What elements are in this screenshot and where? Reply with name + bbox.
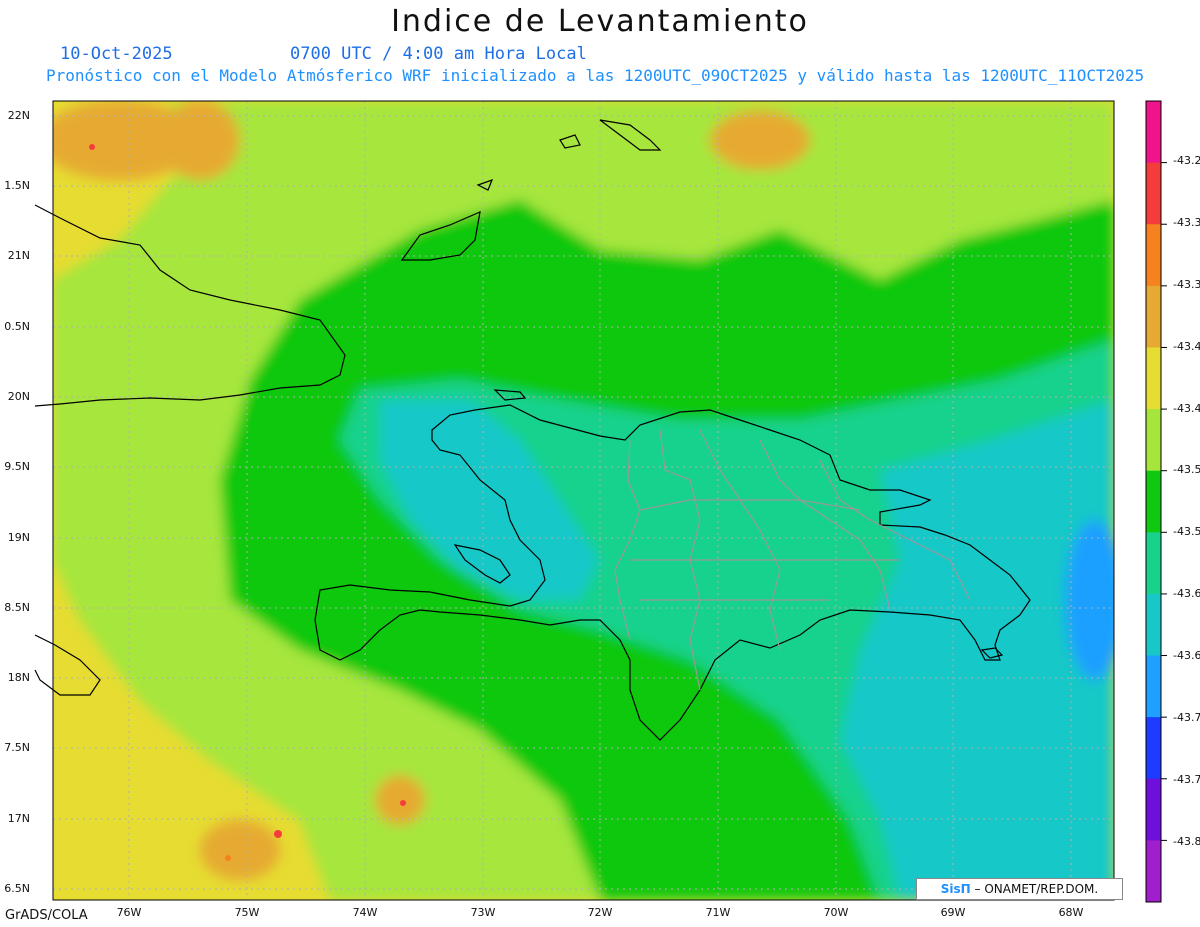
colorbar-label-11: -43.7 <box>1173 773 1200 786</box>
colorbar-segment <box>1146 778 1161 841</box>
colorbar-segment <box>1146 840 1161 903</box>
field-red-spot-2 <box>274 830 282 838</box>
y-label-22n: 22N <box>7 109 30 122</box>
colorbar-segment <box>1146 655 1161 718</box>
x-label-72w: 72W <box>587 906 613 919</box>
colorbar-label-4: -43.4 <box>1173 340 1200 353</box>
x-label-70w: 70W <box>823 906 849 919</box>
y-label-215n: 1.5N <box>4 179 30 192</box>
colorbar-label-7: -43.5 <box>1173 525 1200 538</box>
x-label-73w: 73W <box>470 906 496 919</box>
colorbar-label-5: -43.4 <box>1173 402 1200 415</box>
colorbar-label-3: -43.3 <box>1173 278 1200 291</box>
field-red-spot-3 <box>400 800 406 806</box>
colorbar-segment <box>1146 224 1161 287</box>
colorbar-segment <box>1146 532 1161 595</box>
y-label-165n: 6.5N <box>4 882 30 895</box>
colorbar-segment <box>1146 470 1161 533</box>
field-orange-s1 <box>200 820 280 880</box>
colorbar-segment <box>1146 347 1161 410</box>
grads-footer: GrADS/COLA <box>5 908 88 923</box>
lifted-index-field <box>53 101 1114 900</box>
field-orange-ne <box>710 110 810 170</box>
colorbar-label-1: -43.2 <box>1173 154 1200 167</box>
y-label-21n: 21N <box>7 249 30 262</box>
y-label-20n: 20N <box>7 390 30 403</box>
colorbar-label-10: -43.7 <box>1173 711 1200 724</box>
colorbar <box>1145 100 1167 903</box>
credit-box: SisΠ – ONAMET/REP.DOM. <box>916 878 1123 900</box>
colorbar-label-9: -43.6 <box>1173 649 1200 662</box>
x-label-69w: 69W <box>940 906 966 919</box>
field-orange-n <box>160 101 240 180</box>
colorbar-label-2: -43.3 <box>1173 216 1200 229</box>
y-label-195n: 9.5N <box>4 460 30 473</box>
x-label-75w: 75W <box>234 906 260 919</box>
sispi-logo: SisΠ <box>940 882 971 896</box>
field-blue <box>1065 520 1114 680</box>
field-orange-s2 <box>375 775 425 825</box>
x-label-71w: 71W <box>705 906 731 919</box>
colorbar-segment <box>1146 285 1161 348</box>
y-label-19n: 19N <box>7 531 30 544</box>
colorbar-label-8: -43.6 <box>1173 587 1200 600</box>
credit-text: – ONAMET/REP.DOM. <box>970 882 1099 896</box>
colorbar-label-6: -43.5 <box>1173 463 1200 476</box>
colorbar-segment <box>1146 593 1161 657</box>
colorbar-label-12: -43.8 <box>1173 835 1200 848</box>
y-label-205n: 0.5N <box>4 320 30 333</box>
y-label-17n: 17N <box>7 812 30 825</box>
colorbar-segment <box>1146 717 1161 780</box>
x-label-74w: 74W <box>352 906 378 919</box>
field-red-spot-1 <box>89 144 95 150</box>
y-label-185n: 8.5N <box>4 601 30 614</box>
y-label-175n: 7.5N <box>4 741 30 754</box>
field-red-spot-4 <box>225 855 231 861</box>
colorbar-segment <box>1146 101 1161 164</box>
colorbar-segment <box>1146 409 1161 472</box>
x-label-68w: 68W <box>1058 906 1084 919</box>
x-label-76w: 76W <box>116 906 142 919</box>
colorbar-segment <box>1146 162 1161 225</box>
lifted-index-map <box>34 100 1167 903</box>
y-label-18n: 18N <box>7 671 30 684</box>
